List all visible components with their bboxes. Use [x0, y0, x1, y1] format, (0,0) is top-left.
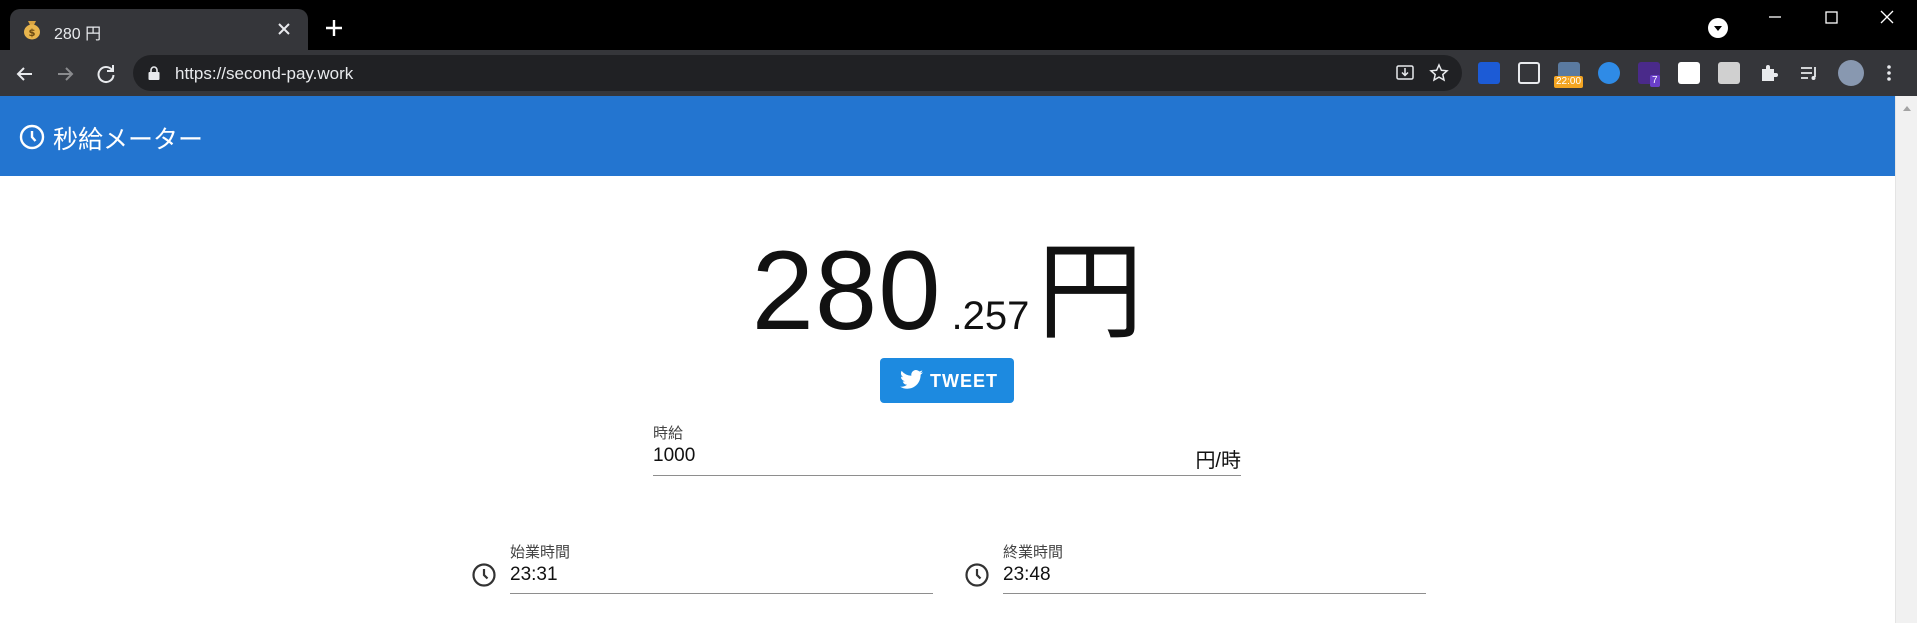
- back-icon[interactable]: [12, 61, 38, 87]
- minimize-icon[interactable]: [1762, 4, 1788, 30]
- tab-strip: $ 280 円: [0, 0, 1917, 50]
- close-window-icon[interactable]: [1874, 4, 1900, 30]
- app-header: 秒給メーター: [0, 96, 1895, 176]
- hourly-wage-input[interactable]: 1000: [653, 445, 695, 467]
- end-time-field[interactable]: 終業時間 23:48: [1003, 541, 1426, 594]
- end-time-input[interactable]: 23:48: [1003, 564, 1051, 586]
- profile-avatar[interactable]: [1838, 60, 1864, 86]
- start-time-field[interactable]: 始業時間 23:31: [510, 541, 933, 594]
- close-tab-icon[interactable]: [272, 17, 296, 41]
- clock-extension-icon[interactable]: 22:00: [1554, 62, 1584, 88]
- shield-extension-icon[interactable]: [1478, 62, 1500, 84]
- clock-icon: [19, 124, 45, 150]
- earnings-unit: 円: [1037, 234, 1144, 352]
- bookmark-star-icon[interactable]: [1429, 63, 1449, 83]
- page-scrollbar[interactable]: [1895, 96, 1917, 623]
- earnings-display: 280.257円: [0, 206, 1895, 360]
- hat-extension-badge: 7: [1650, 75, 1660, 87]
- address-bar[interactable]: https://second-pay.work: [133, 55, 1462, 91]
- reload-icon[interactable]: [93, 61, 119, 87]
- lock-icon[interactable]: [147, 65, 161, 81]
- hourly-wage-field[interactable]: 時給 1000 円/時: [653, 422, 1241, 476]
- window-extension-icon[interactable]: [1518, 62, 1540, 84]
- browser-menu-icon[interactable]: [1878, 62, 1900, 84]
- face-extension-icon[interactable]: [1598, 62, 1620, 84]
- earnings-integer: 280: [751, 228, 942, 353]
- end-time-label: 終業時間: [1003, 544, 1064, 561]
- notion-extension-icon[interactable]: [1678, 62, 1700, 84]
- page-viewport: 秒給メーター 280.257円 TWEET 時給 1000 円/時 始業時間 2…: [0, 96, 1917, 623]
- earnings-decimal: .257: [951, 294, 1030, 338]
- tweet-label: TWEET: [930, 371, 998, 391]
- start-time-input[interactable]: 23:31: [510, 564, 558, 586]
- doc-extension-icon[interactable]: [1718, 62, 1740, 84]
- tweet-button[interactable]: TWEET: [880, 358, 1014, 403]
- extensions-puzzle-icon[interactable]: [1758, 62, 1780, 84]
- url-text[interactable]: https://second-pay.work: [175, 64, 353, 84]
- scroll-up-arrow-icon[interactable]: [1903, 106, 1911, 111]
- install-app-icon[interactable]: [1395, 63, 1415, 83]
- tab-search-icon[interactable]: [1708, 18, 1728, 38]
- new-tab-icon[interactable]: [322, 16, 346, 40]
- clock-extension-badge: 22:00: [1554, 76, 1584, 88]
- svg-text:$: $: [29, 28, 36, 39]
- maximize-icon[interactable]: [1818, 4, 1844, 30]
- browser-toolbar: https://second-pay.work 22:00 7: [0, 50, 1917, 96]
- tab-title: 280 円: [54, 26, 102, 43]
- app-title: 秒給メーター: [53, 126, 204, 154]
- hourly-wage-label: 時給: [653, 425, 684, 442]
- hat-extension-icon[interactable]: 7: [1638, 62, 1660, 87]
- money-bag-icon: $: [24, 21, 40, 40]
- media-queue-icon[interactable]: [1798, 62, 1820, 84]
- forward-icon[interactable]: [52, 61, 78, 87]
- browser-tab[interactable]: $ 280 円: [10, 9, 308, 50]
- twitter-bird-icon: [900, 370, 923, 389]
- start-time-clock-icon[interactable]: [471, 562, 497, 588]
- start-time-label: 始業時間: [510, 544, 571, 561]
- hourly-wage-suffix: 円/時: [1195, 450, 1241, 472]
- end-time-clock-icon[interactable]: [964, 562, 990, 588]
